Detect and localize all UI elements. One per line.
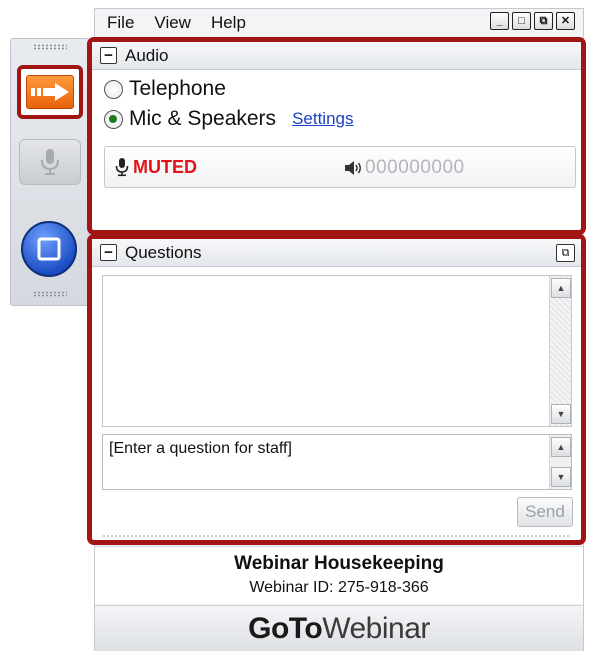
option-mic-speakers[interactable]: Mic & Speakers Settings: [92, 104, 581, 134]
minimize-button[interactable]: _: [490, 12, 509, 30]
mic-speakers-label: Mic & Speakers: [129, 107, 277, 130]
audio-level-meter: 000000000: [343, 157, 465, 179]
scroll-up-button[interactable]: ▲: [551, 278, 571, 298]
audio-collapse-button[interactable]: −: [100, 47, 117, 64]
audio-status-box: MUTED 000000000: [104, 146, 576, 188]
microphone-icon: [41, 149, 59, 175]
scroll-down-button[interactable]: ▼: [551, 404, 571, 424]
menu-file[interactable]: File: [107, 13, 134, 33]
control-panel: File View Help _ □ ⧉ ✕ − Audio Telephone…: [87, 8, 586, 651]
strip-grip-bottom[interactable]: [33, 291, 67, 297]
brand-logo: GoTo Webinar: [95, 605, 583, 651]
resize-grip[interactable]: [102, 534, 571, 538]
mic-muted-icon: [115, 158, 129, 177]
level-indicator: 000000000: [365, 157, 465, 178]
questions-log[interactable]: ▲ ▼: [102, 275, 572, 427]
telephone-label: Telephone: [129, 77, 226, 100]
questions-log-scrollbar[interactable]: ▲ ▼: [549, 276, 571, 426]
brand-webinar: Webinar: [322, 611, 430, 645]
question-placeholder: [Enter a question for staff]: [109, 440, 292, 457]
orange-arrow-icon: [31, 83, 69, 101]
screen-share-button[interactable]: [21, 221, 77, 277]
option-telephone[interactable]: Telephone: [92, 74, 581, 104]
strip-grip-top[interactable]: [33, 44, 67, 50]
telephone-radio[interactable]: [104, 79, 123, 99]
control-strip: [10, 38, 90, 306]
show-hide-panel-button[interactable]: [17, 65, 83, 119]
questions-section: − Questions ⧉ ▲ ▼ [Enter a question for …: [87, 234, 586, 545]
window-controls: _ □ ⧉ ✕: [490, 12, 575, 30]
webinar-id: Webinar ID: 275-918-366: [249, 579, 429, 596]
input-scroll-up-button[interactable]: ▲: [551, 437, 571, 457]
brand-goto: GoTo: [248, 611, 323, 645]
restore-button[interactable]: □: [512, 12, 531, 30]
question-input-scrollbar[interactable]: ▲ ▼: [549, 435, 571, 489]
mic-speakers-radio[interactable]: [104, 109, 123, 129]
questions-title: Questions: [125, 242, 202, 262]
microphone-button[interactable]: [19, 139, 81, 185]
input-scroll-down-button[interactable]: ▼: [551, 467, 571, 487]
questions-header: − Questions ⧉: [92, 239, 581, 267]
menu-view[interactable]: View: [154, 13, 191, 33]
menu-help[interactable]: Help: [211, 13, 246, 33]
speaker-icon: [345, 161, 361, 175]
webinar-title: Webinar Housekeeping: [234, 553, 444, 574]
menu-bar: File View Help _ □ ⧉ ✕: [95, 9, 583, 36]
send-button[interactable]: Send: [517, 497, 573, 527]
audio-title: Audio: [125, 45, 169, 65]
questions-collapse-button[interactable]: −: [100, 244, 117, 261]
settings-link[interactable]: Settings: [292, 109, 353, 129]
screen-share-icon: [37, 237, 61, 261]
close-button[interactable]: ✕: [556, 12, 575, 30]
audio-section: − Audio Telephone Mic & Speakers Setting…: [87, 37, 586, 235]
popout-button[interactable]: ⧉: [534, 12, 553, 30]
webinar-info: Webinar Housekeeping Webinar ID: 275-918…: [95, 546, 583, 604]
muted-status: MUTED: [133, 156, 197, 177]
audio-header: − Audio: [92, 42, 581, 70]
question-input[interactable]: [Enter a question for staff] ▲ ▼: [102, 434, 572, 490]
questions-popout-button[interactable]: ⧉: [556, 244, 575, 262]
